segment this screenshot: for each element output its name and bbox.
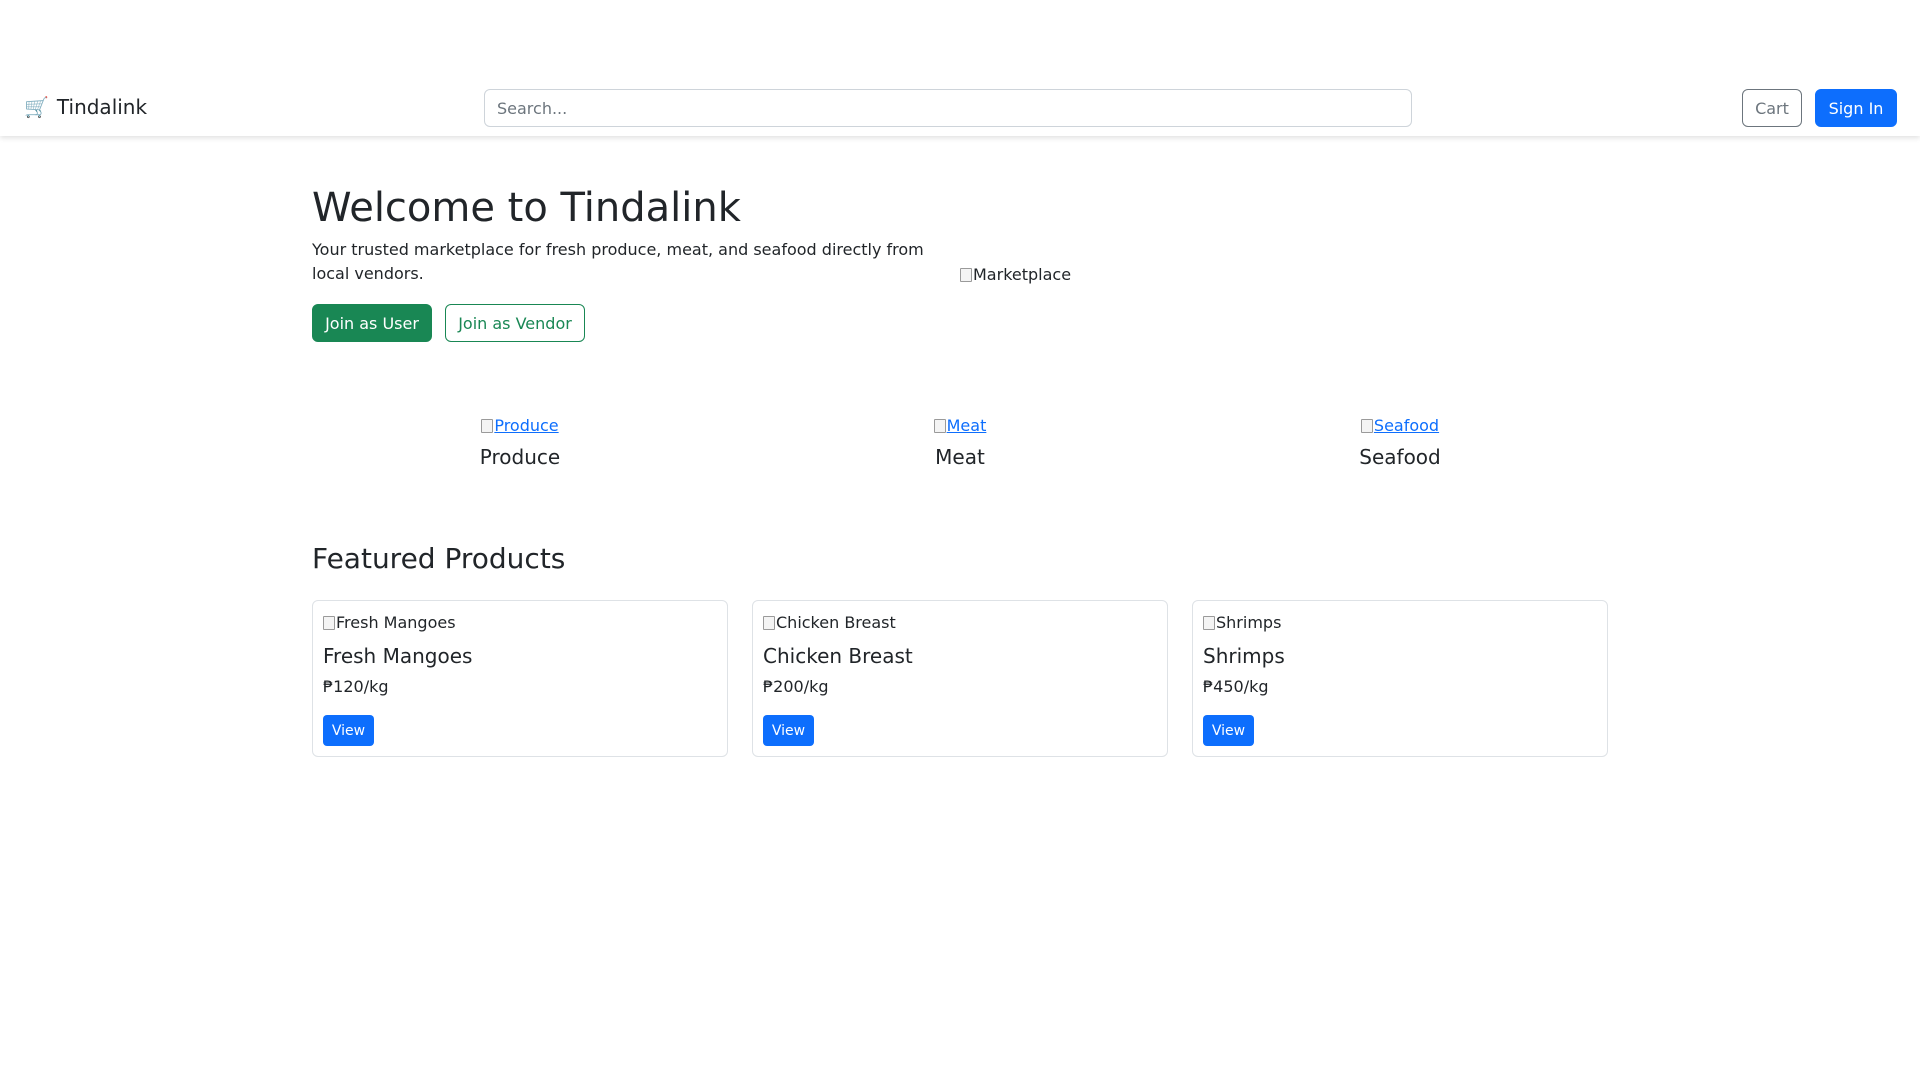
sign-in-button[interactable]: Sign In bbox=[1815, 89, 1897, 127]
view-product-button[interactable]: View bbox=[1203, 715, 1254, 746]
product-price: ₱450/kg bbox=[1203, 677, 1269, 696]
product-name: Chicken Breast bbox=[763, 644, 913, 668]
category-seafood: Seafood Seafood bbox=[1250, 414, 1550, 472]
product-name: Shrimps bbox=[1203, 644, 1285, 668]
hero-image-alt: Marketplace bbox=[973, 265, 1072, 284]
brand-name: Tindalink bbox=[56, 95, 148, 119]
category-image-link[interactable]: Produce bbox=[481, 414, 559, 438]
category-image-link[interactable]: Seafood bbox=[1360, 414, 1440, 438]
broken-image-icon bbox=[481, 419, 494, 433]
hero-title: Welcome to Tindalink bbox=[312, 185, 741, 231]
broken-image-icon bbox=[1203, 616, 1215, 630]
product-image: Shrimps bbox=[1203, 611, 1281, 635]
join-as-user-button[interactable]: Join as User bbox=[312, 304, 432, 342]
category-image-alt: Seafood bbox=[1373, 416, 1440, 435]
category-image-alt: Produce bbox=[494, 416, 559, 435]
broken-image-icon bbox=[933, 419, 946, 433]
hero-image: Marketplace bbox=[960, 263, 1071, 287]
product-image-alt: Shrimps bbox=[1216, 613, 1282, 632]
category-label: Seafood bbox=[1359, 445, 1441, 469]
product-card: Fresh Mangoes Fresh Mangoes ₱120/kg View bbox=[312, 600, 728, 757]
view-product-button[interactable]: View bbox=[763, 715, 814, 746]
broken-image-icon bbox=[763, 616, 775, 630]
broken-image-icon bbox=[1360, 419, 1373, 433]
category-meat: Meat Meat bbox=[810, 414, 1110, 472]
product-image-alt: Fresh Mangoes bbox=[336, 613, 456, 632]
featured-products-heading: Featured Products bbox=[312, 542, 566, 575]
category-label: Meat bbox=[935, 445, 985, 469]
product-image: Chicken Breast bbox=[763, 611, 896, 635]
category-image-link[interactable]: Meat bbox=[933, 414, 987, 438]
product-name: Fresh Mangoes bbox=[323, 644, 473, 668]
cart-icon: 🛒 bbox=[24, 95, 49, 119]
product-card: Shrimps Shrimps ₱450/kg View bbox=[1192, 600, 1608, 757]
broken-image-icon bbox=[323, 616, 335, 630]
join-as-vendor-button[interactable]: Join as Vendor bbox=[445, 304, 585, 342]
view-product-button[interactable]: View bbox=[323, 715, 374, 746]
cart-button[interactable]: Cart bbox=[1742, 89, 1802, 127]
category-image-alt: Meat bbox=[946, 416, 987, 435]
product-price: ₱120/kg bbox=[323, 677, 389, 696]
product-price: ₱200/kg bbox=[763, 677, 829, 696]
hero-description: Your trusted marketplace for fresh produ… bbox=[312, 240, 924, 283]
search-input[interactable] bbox=[484, 89, 1412, 127]
broken-image-icon bbox=[960, 268, 972, 282]
product-image: Fresh Mangoes bbox=[323, 611, 456, 635]
navbar: 🛒 Tindalink Cart Sign In bbox=[0, 0, 1920, 136]
category-label: Produce bbox=[479, 445, 561, 469]
product-card: Chicken Breast Chicken Breast ₱200/kg Vi… bbox=[752, 600, 1168, 757]
product-image-alt: Chicken Breast bbox=[776, 613, 896, 632]
category-produce: Produce Produce bbox=[370, 414, 670, 472]
brand-link[interactable]: 🛒 Tindalink bbox=[24, 92, 147, 122]
